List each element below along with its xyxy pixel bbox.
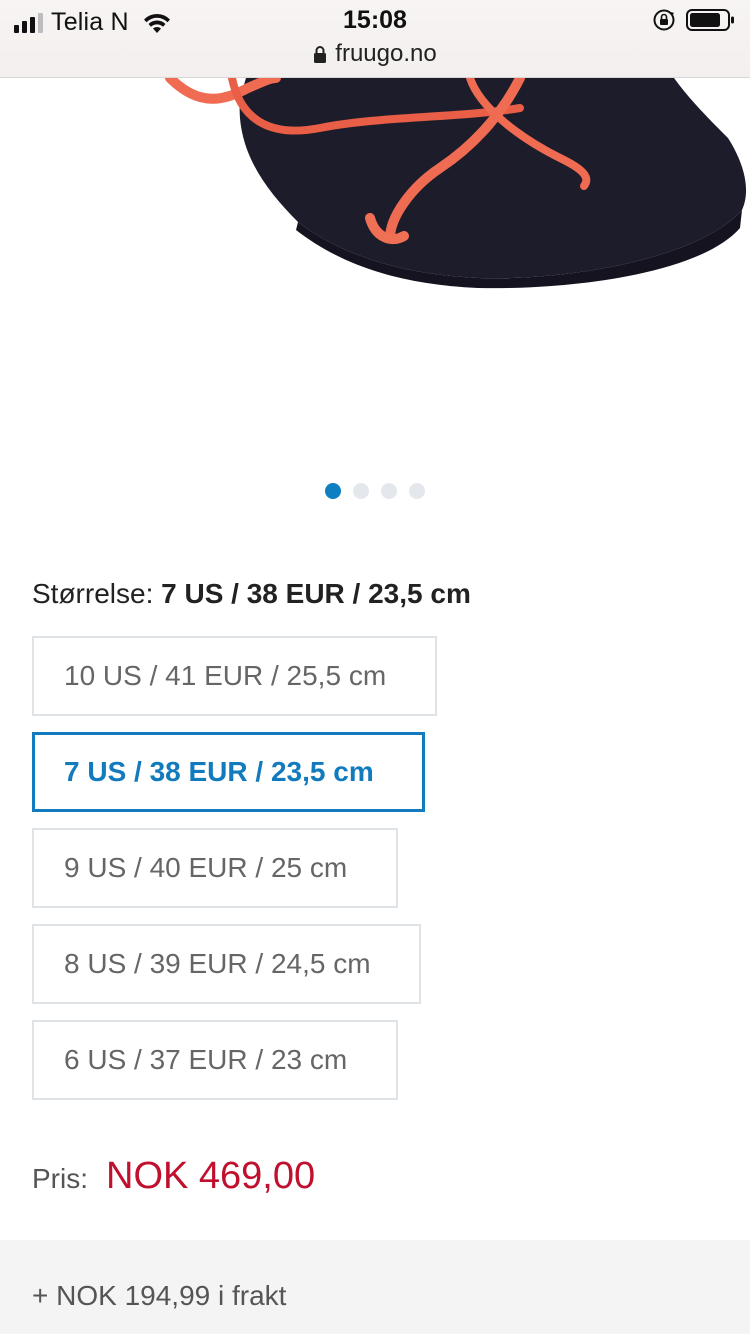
price-label: Pris: (32, 1163, 88, 1194)
rotation-lock-icon (653, 9, 675, 31)
shipping-info: + NOK 194,99 i frakt (0, 1240, 750, 1334)
status-right (652, 8, 736, 32)
selected-size-value: 7 US / 38 EUR / 23,5 cm (161, 578, 471, 609)
carousel-dot[interactable] (409, 483, 425, 499)
carousel-dots (325, 483, 425, 499)
price-value: NOK 469,00 (106, 1155, 316, 1197)
size-option-6us[interactable]: 6 US / 37 EUR / 23 cm (32, 1020, 398, 1100)
size-heading: Størrelse: 7 US / 38 EUR / 23,5 cm (32, 578, 471, 610)
sandal-illustration (165, 78, 747, 289)
url-text: fruugo.no (335, 40, 437, 67)
shipping-text: + NOK 194,99 i frakt (32, 1280, 287, 1311)
address-bar[interactable]: fruugo.no (0, 40, 750, 68)
size-label: Størrelse: (32, 578, 154, 609)
status-bar: Telia N 15:08 fruugo.no (0, 0, 750, 78)
price-row: Pris: NOK 469,00 (32, 1155, 315, 1198)
size-option-label: 7 US / 38 EUR / 23,5 cm (64, 756, 374, 787)
size-option-10us[interactable]: 10 US / 41 EUR / 25,5 cm (32, 636, 437, 716)
size-option-label: 10 US / 41 EUR / 25,5 cm (64, 660, 387, 691)
size-option-9us[interactable]: 9 US / 40 EUR / 25 cm (32, 828, 398, 908)
carousel-dot[interactable] (325, 483, 341, 499)
clock: 15:08 (343, 6, 407, 34)
battery-icon (686, 9, 734, 31)
carousel-dot[interactable] (381, 483, 397, 499)
size-option-7us[interactable]: 7 US / 38 EUR / 23,5 cm (32, 732, 425, 812)
lock-icon (314, 46, 327, 63)
carousel-dot[interactable] (353, 483, 369, 499)
size-option-label: 6 US / 37 EUR / 23 cm (64, 1044, 348, 1075)
size-option-label: 9 US / 40 EUR / 25 cm (64, 852, 348, 883)
size-option-8us[interactable]: 8 US / 39 EUR / 24,5 cm (32, 924, 421, 1004)
product-image[interactable] (0, 78, 750, 458)
size-option-label: 8 US / 39 EUR / 24,5 cm (64, 948, 371, 979)
